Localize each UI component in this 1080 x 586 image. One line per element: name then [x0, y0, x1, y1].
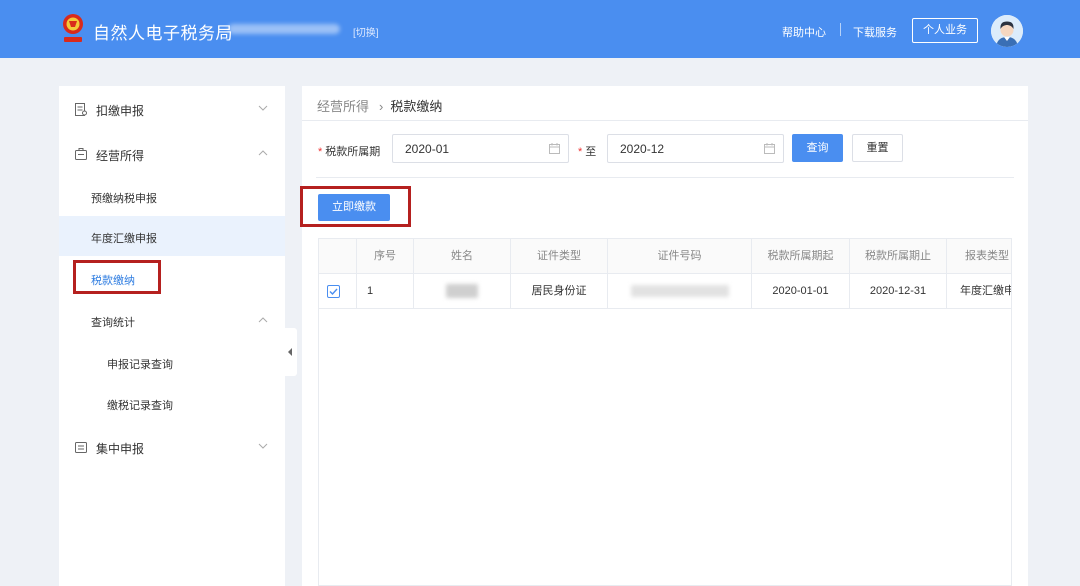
- chevron-up-icon: [258, 150, 268, 156]
- user-avatar[interactable]: [991, 15, 1023, 47]
- submenu-annual-declaration[interactable]: 年度汇缴申报: [59, 216, 285, 256]
- chevron-down-icon: [258, 105, 268, 111]
- breadcrumb-current: 税款缴纳: [390, 99, 443, 114]
- menu-item-centralized[interactable]: 集中申报: [59, 427, 285, 467]
- submenu-label: 预缴纳税申报: [91, 193, 157, 205]
- cell-id-type: 居民身份证: [511, 274, 608, 309]
- menu-label-centralized: 集中申报: [96, 442, 145, 456]
- period-start-value: 2020-01: [405, 142, 450, 156]
- cell-period-end: 2020-12-31: [850, 274, 947, 309]
- avatar-icon: [991, 15, 1023, 47]
- calendar-icon: [764, 143, 775, 154]
- personal-business-button[interactable]: 个人业务: [912, 18, 978, 43]
- sidebar: 扣缴申报 经营所得 预缴纳税申报 年度汇缴申报 税款缴纳 查询统计 申报记录查询…: [59, 86, 285, 586]
- breadcrumb: 经营所得 › 税款缴纳: [317, 96, 442, 115]
- to-label-text: 至: [585, 146, 597, 158]
- breadcrumb-parent[interactable]: 经营所得: [317, 99, 369, 114]
- query-button[interactable]: 查询: [792, 134, 843, 162]
- checkmark-icon: [329, 288, 338, 296]
- submenu-label: 查询统计: [91, 317, 135, 329]
- form-icon: [75, 103, 87, 116]
- sidebar-collapse-toggle[interactable]: [285, 328, 297, 376]
- to-label: * 至: [578, 143, 596, 159]
- menu-label-withholding: 扣缴申报: [96, 104, 145, 118]
- chevron-down-icon: [258, 443, 268, 449]
- cell-id-number-blurred: [608, 274, 752, 309]
- period-end-picker[interactable]: 2020-12: [607, 134, 784, 163]
- blurred-username: [228, 24, 340, 34]
- main-panel: 经营所得 › 税款缴纳 * 税款所属期 2020-01 * 至 2020-12 查询 重…: [302, 86, 1028, 586]
- header-id-type: 证件类型: [511, 239, 608, 274]
- divider: [302, 120, 1028, 121]
- tax-emblem-logo: [63, 14, 83, 42]
- header-report-type: 报表类型: [965, 250, 1009, 262]
- table-header: 序号 姓名 证件类型 证件号码 税款所属期起 税款所属期止 报表类型: [319, 239, 1011, 274]
- chevron-up-icon: [258, 317, 268, 323]
- submenu-declaration-records[interactable]: 申报记录查询: [59, 342, 285, 382]
- required-asterisk: *: [318, 146, 323, 158]
- period-end-value: 2020-12: [620, 142, 665, 156]
- period-start-picker[interactable]: 2020-01: [392, 134, 569, 163]
- header-period-end: 税款所属期止: [850, 239, 947, 274]
- highlight-box-pay-now: [300, 186, 411, 227]
- switch-link[interactable]: [切换]: [353, 24, 379, 39]
- menu-label-business-income: 经营所得: [96, 149, 145, 163]
- row-checkbox[interactable]: [327, 285, 340, 298]
- header-select: [319, 239, 357, 274]
- cell-index: 1: [357, 274, 414, 309]
- download-service-link[interactable]: 下载服务: [853, 24, 897, 40]
- business-icon: [75, 148, 87, 160]
- submenu-label: 申报记录查询: [107, 359, 173, 371]
- list-icon: [75, 442, 87, 453]
- divider: [316, 177, 1014, 178]
- row-select-cell: [319, 274, 357, 309]
- top-navbar: 自然人电子税务局 [切换] 帮助中心 下载服务 个人业务: [0, 0, 1080, 58]
- calendar-icon: [549, 143, 560, 154]
- caret-left-icon: [288, 348, 292, 356]
- submenu-label: 年度汇缴申报: [91, 233, 157, 245]
- menu-item-withholding[interactable]: 扣缴申报: [59, 89, 285, 129]
- submenu-payment-records[interactable]: 缴税记录查询: [59, 383, 285, 423]
- header-name: 姓名: [414, 239, 511, 274]
- header-period-start: 税款所属期起: [752, 239, 850, 274]
- nav-divider: [840, 23, 841, 36]
- table-row[interactable]: 1 居民身份证 2020-01-01 2020-12-31 年度汇缴申报: [319, 274, 1011, 309]
- cell-name-blurred: [414, 274, 511, 309]
- app-title: 自然人电子税务局: [93, 24, 233, 43]
- menu-item-business-income[interactable]: 经营所得: [59, 134, 285, 174]
- period-label-text: 税款所属期: [325, 146, 381, 158]
- period-label: * 税款所属期: [318, 143, 380, 159]
- submenu-label: 缴税记录查询: [107, 400, 173, 412]
- header-index: 序号: [357, 239, 414, 274]
- reset-button[interactable]: 重置: [852, 134, 903, 162]
- highlight-box-tax-payment: [73, 260, 161, 294]
- submenu-prepay-declaration[interactable]: 预缴纳税申报: [59, 176, 285, 216]
- cell-report-type: 年度汇缴申报: [960, 285, 1011, 297]
- breadcrumb-separator-icon: ›: [379, 99, 384, 114]
- cell-period-start: 2020-01-01: [752, 274, 850, 309]
- header-id-number: 证件号码: [608, 239, 752, 274]
- submenu-query-stats[interactable]: 查询统计: [59, 300, 285, 340]
- required-asterisk: *: [578, 146, 583, 158]
- tax-payment-table: 序号 姓名 证件类型 证件号码 税款所属期起 税款所属期止 报表类型 1 居民身…: [318, 238, 1012, 586]
- help-center-link[interactable]: 帮助中心: [782, 24, 826, 40]
